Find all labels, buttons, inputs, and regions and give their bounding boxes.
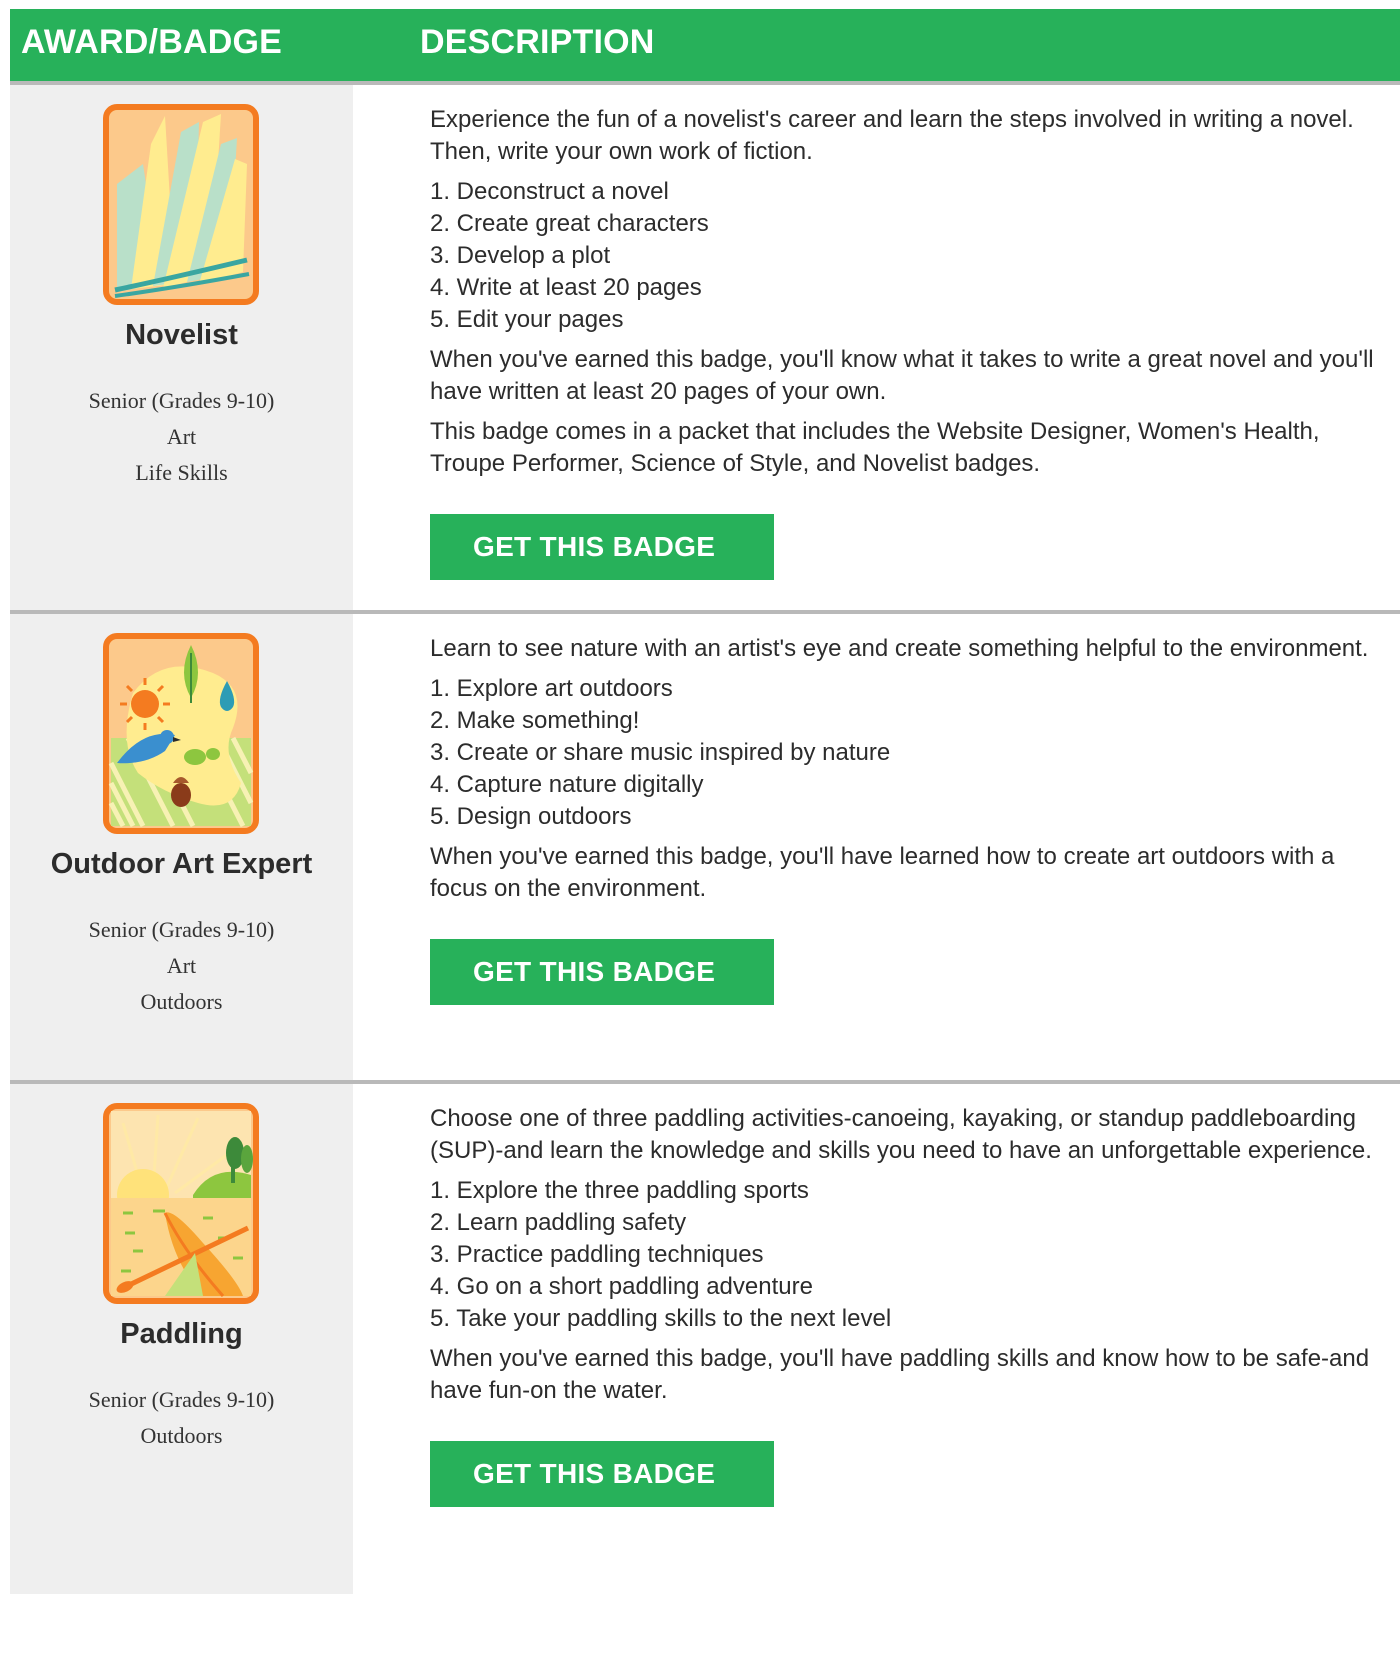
get-badge-button[interactable]: GET THIS BADGE bbox=[430, 514, 774, 580]
badge-intro: Experience the fun of a novelist's caree… bbox=[430, 106, 1354, 165]
description-cell: Choose one of three paddling activities-… bbox=[353, 1084, 1400, 1594]
badge-level: Senior (Grades 9-10) bbox=[88, 1387, 275, 1412]
badge-steps: 1. Explore art outdoors 2. Make somethin… bbox=[430, 673, 1380, 833]
badge-steps: 1. Explore the three paddling sports 2. … bbox=[430, 1175, 1380, 1335]
table-header: AWARD/BADGE DESCRIPTION bbox=[10, 9, 1400, 85]
badge-category: Life Skills bbox=[135, 460, 228, 485]
badge-level: Senior (Grades 9-10) bbox=[88, 388, 275, 413]
step-item: 2. Make something! bbox=[430, 707, 640, 734]
step-item: 4. Capture nature digitally bbox=[430, 771, 704, 798]
table-row: Novelist Senior (Grades 9-10) Art Life S… bbox=[10, 85, 1400, 610]
badge-cell: Novelist Senior (Grades 9-10) Art Life S… bbox=[10, 85, 353, 610]
step-item: 4. Go on a short paddling adventure bbox=[430, 1273, 813, 1300]
step-item: 1. Explore the three paddling sports bbox=[430, 1177, 809, 1204]
get-badge-button[interactable]: GET THIS BADGE bbox=[430, 1441, 774, 1507]
badge-meta: Senior (Grades 9-10) Art Life Skills bbox=[10, 383, 353, 491]
badge-cell: Outdoor Art Expert Senior (Grades 9-10) … bbox=[10, 614, 353, 1080]
badge-category: Outdoors bbox=[140, 989, 223, 1014]
step-item: 2. Create great characters bbox=[430, 210, 709, 237]
badge-level: Senior (Grades 9-10) bbox=[88, 917, 275, 942]
badge-category: Art bbox=[166, 424, 197, 449]
step-item: 4. Write at least 20 pages bbox=[430, 274, 702, 301]
description-cell: Experience the fun of a novelist's caree… bbox=[353, 85, 1400, 610]
step-item: 1. Explore art outdoors bbox=[430, 675, 673, 702]
step-item: 3. Develop a plot bbox=[430, 242, 611, 269]
badge-steps: 1. Deconstruct a novel 2. Create great c… bbox=[430, 176, 1380, 336]
badge-name: Novelist bbox=[125, 319, 238, 351]
header-description: DESCRIPTION bbox=[420, 23, 655, 61]
badge-intro: Learn to see nature with an artist's eye… bbox=[430, 635, 1369, 662]
badge-outcome: When you've earned this badge, you'll kn… bbox=[430, 346, 1374, 405]
step-item: 5. Take your paddling skills to the next… bbox=[430, 1305, 892, 1332]
header-award-badge: AWARD/BADGE bbox=[21, 23, 282, 61]
badge-table: AWARD/BADGE DESCRIPTION Novelist Senior … bbox=[10, 9, 1400, 1594]
badge-name: Paddling bbox=[120, 1318, 243, 1350]
badge-category: Outdoors bbox=[140, 1423, 223, 1448]
badge-packet-note: This badge comes in a packet that includ… bbox=[430, 418, 1320, 477]
step-item: 1. Deconstruct a novel bbox=[430, 178, 669, 205]
badge-cell: Paddling Senior (Grades 9-10) Outdoors bbox=[10, 1084, 353, 1594]
badge-outcome: When you've earned this badge, you'll ha… bbox=[430, 843, 1335, 902]
badge-category: Art bbox=[166, 953, 197, 978]
open-book-badge-icon bbox=[103, 104, 259, 305]
table-row: Paddling Senior (Grades 9-10) Outdoors C… bbox=[10, 1084, 1400, 1594]
step-item: 3. Practice paddling techniques bbox=[430, 1241, 764, 1268]
kayak-sunset-badge-icon bbox=[103, 1103, 259, 1304]
step-item: 3. Create or share music inspired by nat… bbox=[430, 739, 891, 766]
badge-name: Outdoor Art Expert bbox=[50, 848, 313, 880]
badge-meta: Senior (Grades 9-10) Art Outdoors bbox=[10, 912, 353, 1020]
nature-palette-badge-icon bbox=[103, 633, 259, 834]
step-item: 2. Learn paddling safety bbox=[430, 1209, 687, 1236]
badge-outcome: When you've earned this badge, you'll ha… bbox=[430, 1345, 1370, 1404]
get-badge-button[interactable]: GET THIS BADGE bbox=[430, 939, 774, 1005]
badge-meta: Senior (Grades 9-10) Outdoors bbox=[10, 1382, 353, 1454]
description-cell: Learn to see nature with an artist's eye… bbox=[353, 614, 1400, 1080]
step-item: 5. Design outdoors bbox=[430, 803, 632, 830]
step-item: 5. Edit your pages bbox=[430, 306, 624, 333]
badge-intro: Choose one of three paddling activities-… bbox=[430, 1105, 1372, 1164]
table-row: Outdoor Art Expert Senior (Grades 9-10) … bbox=[10, 614, 1400, 1080]
